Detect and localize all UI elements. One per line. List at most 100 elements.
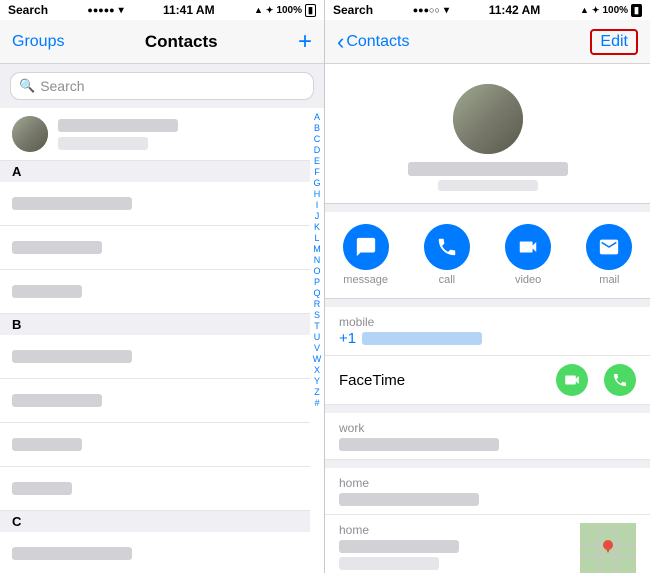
index-y[interactable]: Y [314,376,320,386]
mail-action[interactable]: mail [586,224,632,286]
blurred-text [12,482,72,495]
facetime-row: FaceTime [325,356,650,405]
index-g[interactable]: G [313,178,320,188]
index-o[interactable]: O [313,266,320,276]
list-item[interactable] [0,335,310,379]
blurred-text [12,285,82,298]
work-row[interactable]: work [325,413,650,460]
section-header-b: B [0,314,310,335]
mail-icon [586,224,632,270]
index-m[interactable]: M [313,244,321,254]
right-wifi-icon: ▾ [444,5,449,16]
right-status-right: ▲ ✦ 100% ▮ [580,4,642,17]
index-n[interactable]: N [314,255,321,265]
blurred-phone [362,332,482,345]
contact-detail: message call video mail [325,64,650,573]
home2-row[interactable]: home [325,515,650,573]
left-carrier: Search [8,3,48,17]
list-item[interactable] [0,182,310,226]
message-label: message [343,274,388,286]
groups-button[interactable]: Groups [12,33,64,51]
home1-section: home [325,468,650,515]
home1-label: home [339,476,636,490]
list-item[interactable] [0,423,310,467]
contact-name-blurred [408,162,568,176]
index-t[interactable]: T [314,321,320,331]
index-u[interactable]: U [314,332,321,342]
right-battery-icon: ▮ [631,4,642,17]
video-label: video [515,274,541,286]
facetime-label: FaceTime [339,372,405,389]
avatar [12,116,48,152]
list-item[interactable] [0,226,310,270]
work-section: work [325,413,650,460]
index-c[interactable]: C [314,134,321,144]
index-hash[interactable]: # [314,398,319,408]
index-k[interactable]: K [314,222,320,232]
left-bt-icon: ✦ [266,5,274,16]
edit-button[interactable]: Edit [590,29,638,55]
index-b[interactable]: B [314,123,320,133]
left-signal: ●●●●● [87,5,114,15]
left-battery: 100% [276,5,302,16]
index-f[interactable]: F [314,167,320,177]
left-wifi-icon: ▾ [119,5,124,16]
message-action[interactable]: message [343,224,389,286]
search-icon: 🔍 [19,78,35,94]
home2-value-blurred [339,540,459,553]
index-j[interactable]: J [315,211,320,221]
left-status-bar: Search ●●●●● ▾ 11:41 AM ▲ ✦ 100% ▮ [0,0,324,20]
index-sidebar[interactable]: A B C D E F G H I J K L M N O P Q R S T … [310,108,324,573]
facetime-video-button[interactable] [556,364,588,396]
map-thumbnail[interactable] [580,523,636,573]
index-d[interactable]: D [314,145,321,155]
list-item[interactable] [0,379,310,423]
index-i[interactable]: I [316,200,319,210]
contact-header [325,64,650,204]
mobile-value: +1 [339,330,356,347]
index-e[interactable]: E [314,156,320,166]
right-carrier: Search [333,3,373,17]
index-v[interactable]: V [314,343,320,353]
list-item[interactable] [0,467,310,511]
contacts-list: A B C [0,108,324,573]
avatar-photo [12,116,48,152]
home2-label: home [339,523,572,537]
home2-content: home [339,523,572,570]
work-value-blurred [339,438,499,451]
call-action[interactable]: call [424,224,470,286]
list-item[interactable] [0,532,310,573]
index-p[interactable]: P [314,277,320,287]
search-input[interactable]: Search [40,78,84,94]
home1-row[interactable]: home [325,468,650,515]
contacts-title: Contacts [145,32,218,52]
blurred-text [12,241,102,254]
index-w[interactable]: W [313,354,322,364]
index-a[interactable]: A [314,112,320,122]
right-bt-icon: ✦ [592,5,600,16]
index-r[interactable]: R [314,299,321,309]
list-item[interactable] [0,270,310,314]
index-x[interactable]: X [314,365,320,375]
right-panel: Search ●●●○○ ▾ 11:42 AM ▲ ✦ 100% ▮ Conta… [325,0,650,573]
add-contact-button[interactable]: + [298,30,312,54]
index-s[interactable]: S [314,310,320,320]
mobile-value-row: +1 [339,329,636,347]
left-location-icon: ▲ [254,5,263,15]
message-icon [343,224,389,270]
mobile-row[interactable]: mobile +1 [325,307,650,356]
blurred-text [12,547,132,560]
index-h[interactable]: H [314,189,321,199]
section-header-a: A [0,161,310,182]
search-bar: 🔍 Search [0,64,324,108]
back-button[interactable]: Contacts [337,29,409,55]
facetime-phone-button[interactable] [604,364,636,396]
right-status-bar: Search ●●●○○ ▾ 11:42 AM ▲ ✦ 100% ▮ [325,0,650,20]
index-z[interactable]: Z [314,387,320,397]
call-label: call [439,274,456,286]
search-input-wrap[interactable]: 🔍 Search [10,72,314,100]
video-action[interactable]: video [505,224,551,286]
index-q[interactable]: Q [313,288,320,298]
index-l[interactable]: L [314,233,319,243]
list-item[interactable] [0,108,310,161]
